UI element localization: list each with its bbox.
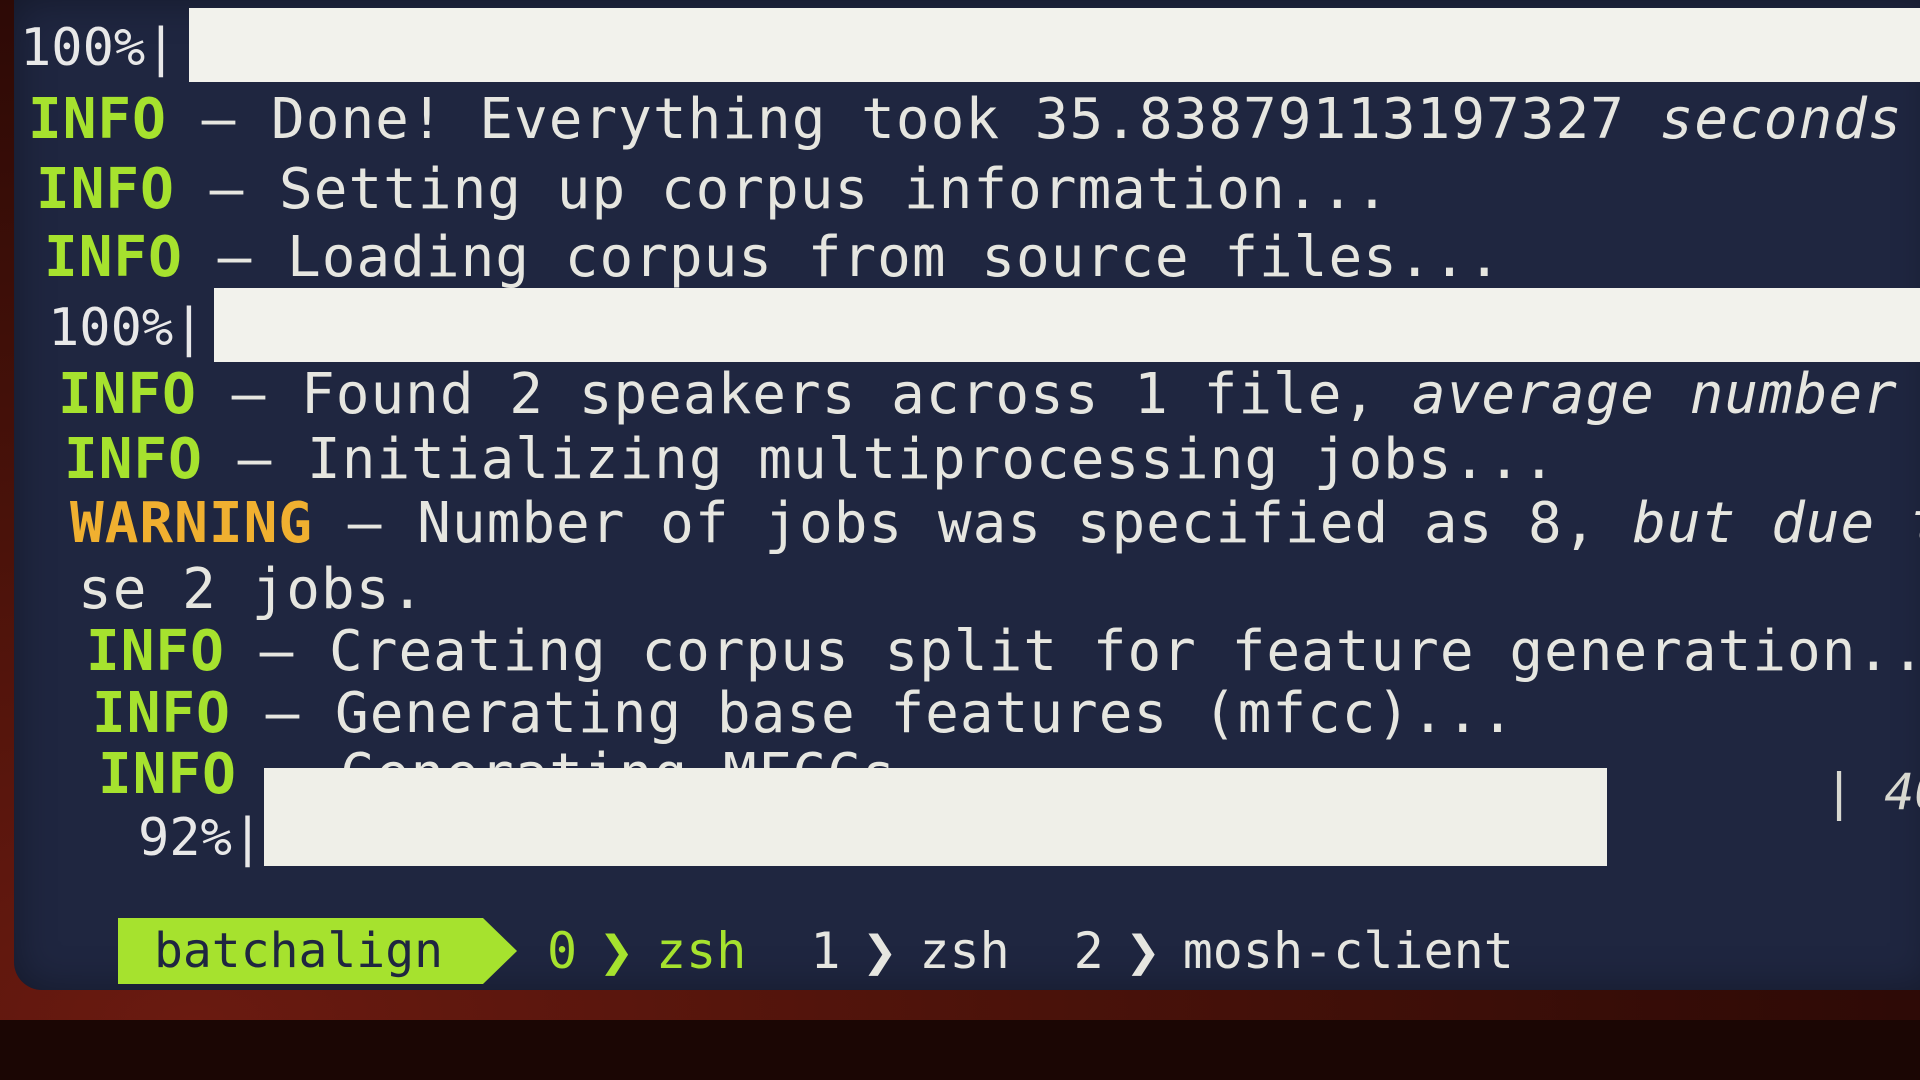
log-line: INFO – Initializing multiprocessing jobs… (64, 430, 1557, 490)
progress-rate: | 40 (1824, 763, 1920, 821)
window-index: 2 (1073, 922, 1104, 980)
terminal-window[interactable]: 100%| INFO – Done! Everything took 35.83… (14, 0, 1920, 990)
log-message: Initializing multiprocessing jobs... (307, 427, 1557, 492)
log-line: INFO – Creating corpus split for feature… (86, 622, 1920, 682)
log-message: Generating base features (mfcc)... (335, 681, 1516, 746)
log-level: INFO (92, 681, 231, 746)
window-name: zsh (919, 922, 1010, 980)
log-separator: – (182, 225, 288, 290)
log-message: Number of jobs was specified as 8, (417, 491, 1633, 556)
progress-bar (189, 8, 1920, 82)
log-message: se 2 jobs. (78, 557, 426, 622)
chevron-right-icon: ❯ (1125, 917, 1161, 985)
log-message-tail: but due to only h (1632, 491, 1920, 556)
tmux-status-bar: batchalign 0 ❯ zsh 1 ❯ zsh 2 ❯ mosh-client (118, 917, 1514, 985)
progress-bar-fill (214, 288, 1920, 362)
progress-bar (264, 768, 1724, 866)
log-separator: – (166, 87, 272, 152)
log-level: INFO (28, 87, 167, 152)
log-level: INFO (36, 157, 175, 222)
window-name: zsh (656, 922, 747, 980)
progress-bar-fill (189, 8, 1920, 82)
window-index: 1 (810, 922, 841, 980)
log-message-tail: average number of utter (1411, 362, 1898, 427)
log-line: INFO – Loading corpus from source files.… (44, 228, 1502, 288)
window-name: mosh-client (1182, 922, 1514, 980)
log-message: Found 2 speakers across 1 file, (301, 362, 1412, 427)
log-line: INFO – Done! Everything took 35.83879113… (28, 90, 1903, 150)
progress-percent: 100%| (48, 298, 205, 358)
log-message: Creating corpus split for feature genera… (329, 619, 1920, 684)
log-level: INFO (58, 362, 197, 427)
log-message-tail: seconds (1659, 87, 1903, 152)
log-separator: – (196, 362, 302, 427)
progress-percent: 92%| (138, 808, 264, 868)
progress-percent: 100%| (20, 18, 177, 78)
progress-bar-fill (264, 768, 1608, 866)
log-line: INFO – Setting up corpus information... (36, 160, 1390, 220)
desk-shadow (0, 1020, 1920, 1080)
chevron-right-icon: ❯ (862, 917, 898, 985)
log-separator: – (230, 681, 336, 746)
progress-bar (214, 288, 1920, 362)
chevron-right-icon: ❯ (599, 917, 635, 985)
log-message: Setting up corpus information... (279, 157, 1390, 222)
log-level: INFO (64, 427, 203, 492)
log-message: Done! Everything took 35.83879113197327 (271, 87, 1660, 152)
session-name-badge[interactable]: batchalign (118, 918, 517, 984)
log-level-warning: WARNING (70, 491, 314, 556)
log-line: INFO – Found 2 speakers across 1 file, a… (58, 365, 1920, 425)
log-line: INFO – Generating base features (mfcc)..… (92, 684, 1515, 744)
log-message: Loading corpus from source files... (287, 225, 1503, 290)
window-index: 0 (546, 922, 578, 980)
log-separator: – (174, 157, 280, 222)
window-tab-2[interactable]: 2 ❯ mosh-client (1074, 917, 1514, 985)
log-level: INFO (98, 742, 237, 807)
window-tab-1[interactable]: 1 ❯ zsh (810, 917, 1009, 985)
log-separator: – (224, 619, 330, 684)
log-line-warning: WARNING – Number of jobs was specified a… (70, 494, 1920, 554)
log-level: INFO (44, 225, 183, 290)
window-tab-0[interactable]: 0 ❯ zsh (547, 917, 746, 985)
log-line-continuation: se 2 jobs. (78, 560, 425, 620)
log-level: INFO (86, 619, 225, 684)
log-separator: – (313, 491, 418, 556)
log-separator: – (202, 427, 308, 492)
